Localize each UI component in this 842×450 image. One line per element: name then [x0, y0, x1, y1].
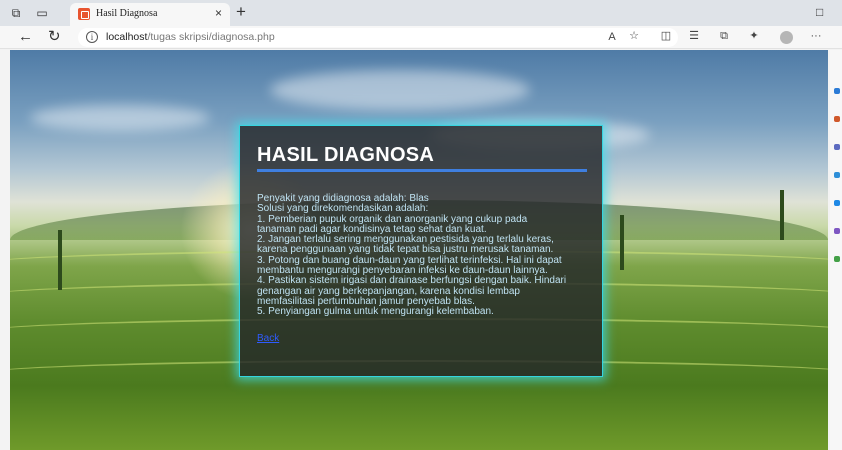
split-screen-icon[interactable]: ◫	[658, 28, 674, 44]
tab-actions-icon[interactable]: ▭	[34, 5, 50, 21]
background-palm	[620, 215, 624, 270]
url-path: /tugas skripsi/diagnosa.php	[147, 31, 275, 43]
background-palm	[58, 230, 62, 290]
background-cloud	[270, 70, 530, 110]
workspaces-icon[interactable]: ⧉	[8, 5, 24, 21]
favorite-star-icon[interactable]: ☆	[626, 28, 642, 44]
profile-avatar[interactable]	[780, 31, 793, 44]
address-bar[interactable]: i localhost/tugas skripsi/diagnosa.php	[78, 28, 678, 47]
extensions-icon[interactable]: ✦	[746, 28, 762, 44]
site-info-icon[interactable]: i	[86, 31, 98, 43]
back-link[interactable]: Back	[257, 333, 279, 344]
favorites-list-icon[interactable]: ☰	[686, 28, 702, 44]
diagnosis-result-text: Penyakit yang didiagnosa adalah: Blas So…	[257, 193, 586, 318]
tab-title: Hasil Diagnosa	[96, 8, 158, 19]
sidebar-shopping-icon[interactable]	[834, 116, 840, 122]
sidebar-search-icon[interactable]	[834, 88, 840, 94]
result-line: 5. Penyiangan gulma untuk mengurangi kel…	[257, 306, 494, 318]
read-aloud-label: A	[608, 31, 616, 43]
tab-close-icon[interactable]: ×	[215, 6, 222, 20]
new-tab-button[interactable]: +	[236, 2, 246, 22]
sidebar-outlook-icon[interactable]	[834, 228, 840, 234]
refresh-icon[interactable]: ↻	[48, 28, 61, 46]
more-icon[interactable]: ···	[808, 28, 824, 44]
browser-sidebar	[830, 50, 842, 450]
page-viewport: HASIL DIAGNOSA Penyakit yang didiagnosa …	[10, 50, 828, 450]
page-title: HASIL DIAGNOSA	[257, 144, 435, 166]
sidebar-tools-icon[interactable]	[834, 144, 840, 150]
sidebar-drop-icon[interactable]	[834, 256, 840, 262]
diagnosis-result-card: HASIL DIAGNOSA Penyakit yang didiagnosa …	[239, 125, 603, 377]
background-cloud	[30, 105, 210, 131]
address-toolbar: ← ↻ i localhost/tugas skripsi/diagnosa.p…	[0, 26, 842, 49]
url-host: localhost	[106, 31, 148, 43]
back-icon[interactable]: ←	[18, 28, 33, 46]
background-palm	[780, 190, 784, 240]
sidebar-office-icon[interactable]	[834, 200, 840, 206]
read-aloud-icon[interactable]: A	[604, 29, 620, 45]
restore-window-icon[interactable]: □	[816, 5, 823, 19]
site-favicon-icon	[78, 8, 90, 20]
tab-strip: ⧉ ▭ Hasil Diagnosa × + □	[0, 0, 842, 26]
url-text: localhost/tugas skripsi/diagnosa.php	[106, 31, 275, 43]
title-underline	[257, 169, 587, 172]
sidebar-games-icon[interactable]	[834, 172, 840, 178]
more-label: ···	[810, 30, 822, 42]
tab-hasil-diagnosa[interactable]: Hasil Diagnosa ×	[70, 3, 230, 26]
collections-icon[interactable]: ⧉	[716, 28, 732, 44]
